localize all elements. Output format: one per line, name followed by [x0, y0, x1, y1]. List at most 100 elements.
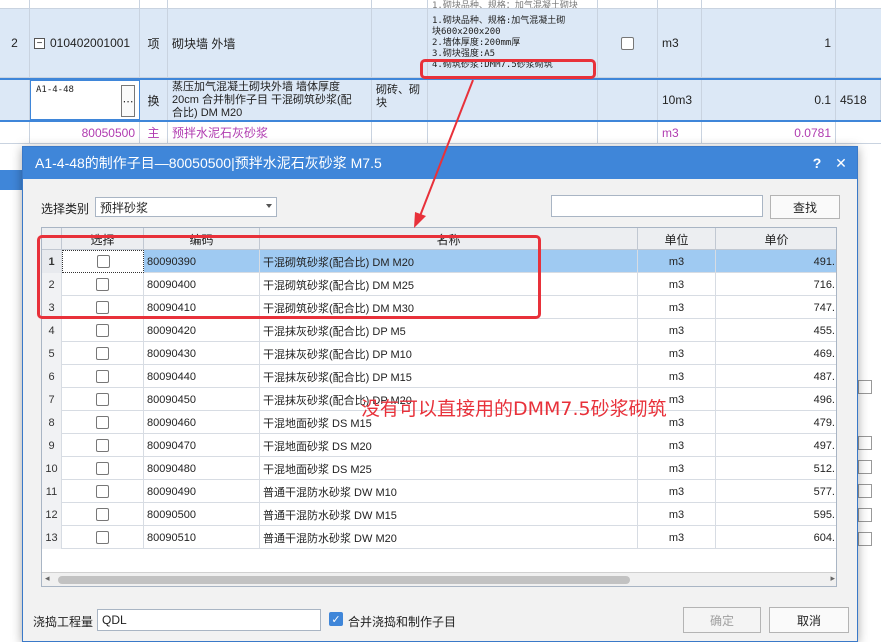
dialog-titlebar[interactable]: A1-4-48的制作子目—80050500|预拌水泥石灰砂浆 M7.5 ? ✕: [23, 147, 857, 179]
merge-checkbox[interactable]: ✓: [329, 612, 343, 626]
table-row[interactable]: 3 80090410 干混砌筑砂浆(配合比) DM M30 m3 747.: [42, 296, 836, 319]
bg-row-type: 项: [140, 9, 168, 77]
row-price: 716.: [716, 273, 836, 296]
row-code: 80090480: [144, 457, 260, 480]
table-row[interactable]: 1 80090390 干混砌筑砂浆(配合比) DM M20 m3 491.: [42, 250, 836, 273]
row-name: 干混抹灰砂浆(配合比) DP M10: [260, 342, 638, 365]
search-button[interactable]: 查找: [770, 195, 840, 219]
bg-row-4[interactable]: 80050500 主 预拌水泥石灰砂浆 m3 0.0781: [0, 122, 881, 144]
cancel-button[interactable]: 取消: [769, 607, 849, 633]
row-name: 普通干混防水砂浆 DW M10: [260, 480, 638, 503]
header-num: [42, 228, 62, 250]
category-line: 砌砖、砌: [376, 84, 420, 96]
row-checkbox[interactable]: [96, 278, 109, 291]
row-price: 497.: [716, 434, 836, 457]
row-price: 491.: [716, 250, 836, 273]
bg-row-code: 010402001001: [50, 36, 131, 50]
close-icon[interactable]: ✕: [831, 153, 851, 173]
header-price[interactable]: 单价: [716, 228, 836, 250]
row-checkbox[interactable]: [96, 347, 109, 360]
scroll-left-icon[interactable]: ◂: [45, 573, 50, 584]
row-code: 80090390: [144, 250, 260, 273]
row-code: 80090430: [144, 342, 260, 365]
row-checkbox[interactable]: [96, 439, 109, 452]
row-name: 干混地面砂浆 DS M25: [260, 457, 638, 480]
scrollbar-thumb[interactable]: [58, 576, 630, 584]
row-checkbox[interactable]: [96, 485, 109, 498]
bg-checkbox[interactable]: [858, 436, 872, 450]
row-code: 80090410: [144, 296, 260, 319]
row-checkbox[interactable]: [96, 324, 109, 337]
table-row[interactable]: 10 80090480 干混地面砂浆 DS M25 m3 512.: [42, 457, 836, 480]
row-select-cell: [62, 480, 144, 503]
bg-row-2[interactable]: 2 − 010402001001 项 砌块墙 外墙 1.砌块品种、规格:加气混凝…: [0, 9, 881, 78]
header-unit[interactable]: 单位: [638, 228, 716, 250]
bg-code-editor[interactable]: A1-4-48 ⋯: [30, 80, 140, 120]
more-button[interactable]: ⋯: [121, 85, 135, 117]
collapse-icon[interactable]: −: [34, 37, 45, 49]
row-checkbox[interactable]: [96, 508, 109, 521]
bg-row-code: A1-4-48: [36, 85, 74, 95]
row-checkbox[interactable]: [96, 462, 109, 475]
row-checkbox[interactable]: [96, 416, 109, 429]
row-number: 3: [42, 296, 62, 319]
chevron-down-icon: [266, 204, 272, 208]
bg-checkbox[interactable]: [858, 532, 872, 546]
row-price: 577.: [716, 480, 836, 503]
row-code: 80090470: [144, 434, 260, 457]
row-unit: m3: [638, 365, 716, 388]
table-row[interactable]: 2 80090400 干混砌筑砂浆(配合比) DM M25 m3 716.: [42, 273, 836, 296]
row-code: 80090400: [144, 273, 260, 296]
qty-input[interactable]: QDL: [97, 609, 321, 631]
bg-row-unit: 10m3: [658, 80, 702, 120]
bg-row-code-cell: − 010402001001: [30, 9, 140, 77]
bg-row-3[interactable]: A1-4-48 ⋯ 换 蒸压加气混凝土砌块外墙 墙体厚度 20cm 合并制作子目…: [0, 78, 881, 122]
row-number: 1: [42, 250, 62, 273]
table-row[interactable]: 6 80090440 干混抹灰砂浆(配合比) DP M15 m3 487.: [42, 365, 836, 388]
row-select-cell: [62, 319, 144, 342]
bg-row-unit: m3: [658, 122, 702, 143]
table-row[interactable]: 13 80090510 普通干混防水砂浆 DW M20 m3 604.: [42, 526, 836, 549]
bg-checkbox[interactable]: [858, 508, 872, 522]
row-number: 6: [42, 365, 62, 388]
scroll-right-icon[interactable]: ▸: [830, 573, 835, 584]
row-name: 普通干混防水砂浆 DW M20: [260, 526, 638, 549]
row-number: 8: [42, 411, 62, 434]
bg-row-1: 1.砌块品种、规格：加气混凝土砌块: [0, 0, 881, 9]
row-number: 2: [42, 273, 62, 296]
row-checkbox[interactable]: [96, 393, 109, 406]
table-row[interactable]: 9 80090470 干混地面砂浆 DS M20 m3 497.: [42, 434, 836, 457]
bg-side-tab[interactable]: [0, 170, 22, 190]
row-code: 80090420: [144, 319, 260, 342]
row-select-cell: [62, 342, 144, 365]
header-code[interactable]: 编码: [144, 228, 260, 250]
row-checkbox[interactable]: [96, 255, 110, 268]
table-row[interactable]: 4 80090420 干混抹灰砂浆(配合比) DP M5 m3 455.: [42, 319, 836, 342]
horizontal-scrollbar[interactable]: ◂ ▸: [42, 572, 836, 586]
category-select[interactable]: 预拌砂浆: [95, 197, 277, 217]
bg-row-checkbox[interactable]: [621, 36, 634, 50]
feature-line: 1.砌块品种、规格:加气混凝土砌: [432, 15, 566, 26]
row-unit: m3: [638, 273, 716, 296]
bg-checkbox[interactable]: [858, 380, 872, 394]
table-row[interactable]: 12 80090500 普通干混防水砂浆 DW M15 m3 595.: [42, 503, 836, 526]
row-price: 512.: [716, 457, 836, 480]
header-select[interactable]: 选择: [62, 228, 144, 250]
bg-checkbox[interactable]: [858, 460, 872, 474]
bg-row-qty: 1: [702, 9, 836, 77]
header-name[interactable]: 名称: [260, 228, 638, 250]
row-checkbox[interactable]: [96, 301, 109, 314]
row-select-cell: [62, 411, 144, 434]
row-unit: m3: [638, 250, 716, 273]
ok-button[interactable]: 确定: [683, 607, 761, 633]
search-input[interactable]: [551, 195, 763, 217]
table-row[interactable]: 5 80090430 干混抹灰砂浆(配合比) DP M10 m3 469.: [42, 342, 836, 365]
help-icon[interactable]: ?: [807, 153, 827, 173]
bg-row-extra: 4518: [836, 80, 881, 120]
bg-checkbox[interactable]: [858, 484, 872, 498]
table-row[interactable]: 11 80090490 普通干混防水砂浆 DW M10 m3 577.: [42, 480, 836, 503]
bg-row-name: 砌块墙 外墙: [168, 9, 372, 77]
row-checkbox[interactable]: [96, 531, 109, 544]
row-checkbox[interactable]: [96, 370, 109, 383]
row-number: 9: [42, 434, 62, 457]
